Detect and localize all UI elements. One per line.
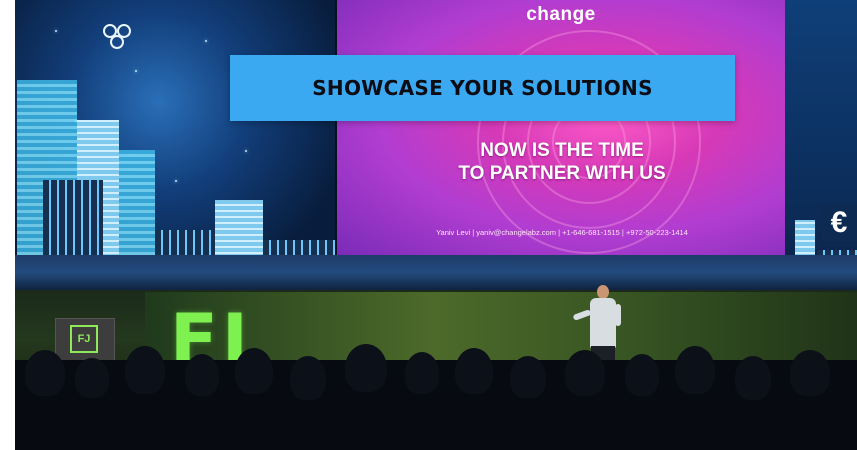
star — [245, 150, 247, 152]
brand-logo-text: change — [526, 4, 596, 25]
star — [205, 40, 207, 42]
audience-head — [25, 350, 65, 396]
led-city-screen-left — [15, 0, 335, 290]
star — [175, 180, 177, 182]
audience-head — [565, 350, 605, 396]
star — [135, 70, 137, 72]
audience-head — [235, 348, 273, 394]
headline-line-2: TO PARTNER WITH US — [458, 163, 666, 184]
banner-title: SHOWCASE YOUR SOLUTIONS — [312, 76, 653, 100]
people-icon — [100, 22, 138, 52]
audience-head — [675, 346, 715, 394]
audience-head — [510, 356, 546, 398]
conference-photo: € change NOW IS THE TIME TO PARTNER WITH… — [15, 0, 857, 450]
presentation-screen: change NOW IS THE TIME TO PARTNER WITH U… — [337, 0, 785, 255]
audience-head — [790, 350, 830, 396]
showcase-banner: SHOWCASE YOUR SOLUTIONS — [230, 55, 735, 121]
speaker-body — [590, 298, 616, 348]
led-screen-right — [785, 0, 857, 290]
speaker-arm — [615, 304, 621, 326]
audience-head — [290, 356, 326, 400]
star — [55, 30, 57, 32]
audience-head — [345, 344, 387, 392]
people-icon-svg — [103, 24, 131, 49]
headline-line-1: NOW IS THE TIME — [480, 140, 644, 161]
audience-head — [625, 354, 659, 396]
speaker-head — [597, 285, 609, 299]
audience-head — [125, 346, 165, 394]
audience-head — [75, 358, 109, 398]
euro-icon: € — [821, 205, 857, 241]
audience — [15, 344, 857, 450]
left-margin — [0, 0, 15, 450]
contact-line: Yaniv Levi | yaniv@changelabz.com | +1-6… — [436, 228, 688, 237]
lectern-logo: FJ — [70, 325, 98, 353]
audience-head — [405, 352, 439, 394]
audience-head — [735, 356, 771, 400]
audience-head — [185, 354, 219, 396]
audience-head — [455, 348, 493, 394]
stage-led-band — [15, 255, 857, 290]
